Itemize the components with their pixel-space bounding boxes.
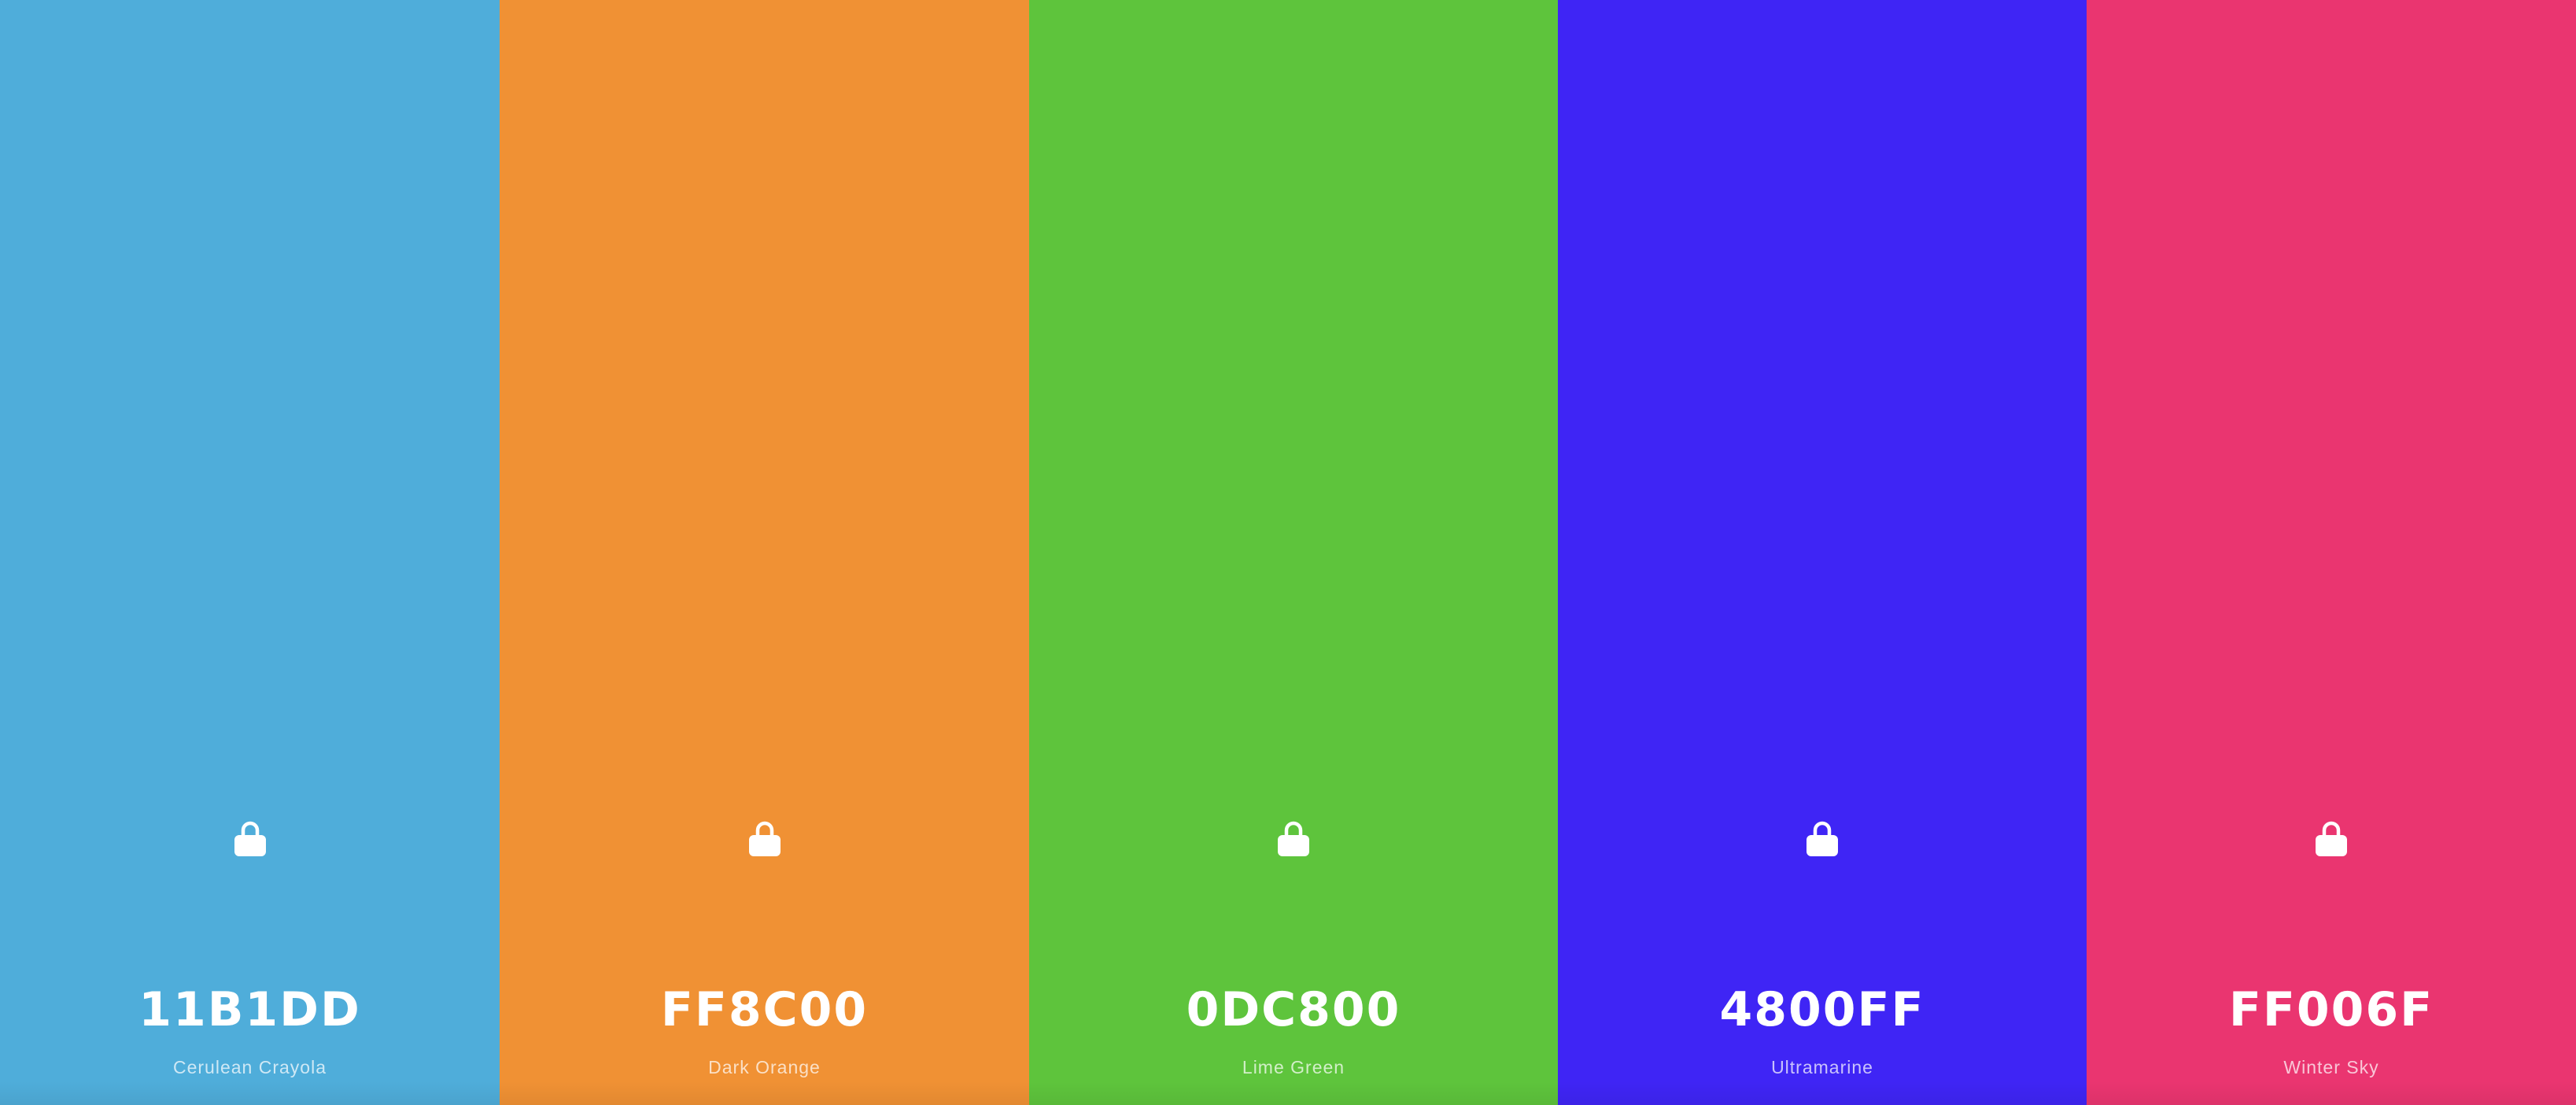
color-name: Ultramarine [1771,1057,1873,1077]
color-swatch-1[interactable]: 11B1DD Cerulean Crayola [0,0,500,1105]
color-name: Cerulean Crayola [173,1057,327,1077]
lock-icon[interactable] [2315,819,2348,857]
hex-code[interactable]: FF8C00 [500,981,1029,1038]
hex-code[interactable]: 0DC800 [1029,981,1558,1038]
color-swatch-4[interactable]: 4800FF Ultramarine [1558,0,2087,1105]
hex-code[interactable]: FF006F [2087,981,2576,1038]
color-swatch-3[interactable]: 0DC800 Lime Green [1029,0,1558,1105]
hex-code[interactable]: 4800FF [1558,981,2087,1038]
lock-icon[interactable] [1277,819,1310,857]
color-name: Lime Green [1242,1057,1345,1077]
lock-icon[interactable] [748,819,781,857]
color-swatch-5[interactable]: FF006F Winter Sky [2087,0,2576,1105]
color-name: Dark Orange [708,1057,821,1077]
lock-icon[interactable] [1806,819,1839,857]
color-name: Winter Sky [2283,1057,2379,1077]
lock-icon[interactable] [234,819,267,857]
color-palette: 11B1DD Cerulean Crayola FF8C00 Dark Oran… [0,0,2576,1105]
hex-code[interactable]: 11B1DD [0,981,500,1038]
color-swatch-2[interactable]: FF8C00 Dark Orange [500,0,1029,1105]
